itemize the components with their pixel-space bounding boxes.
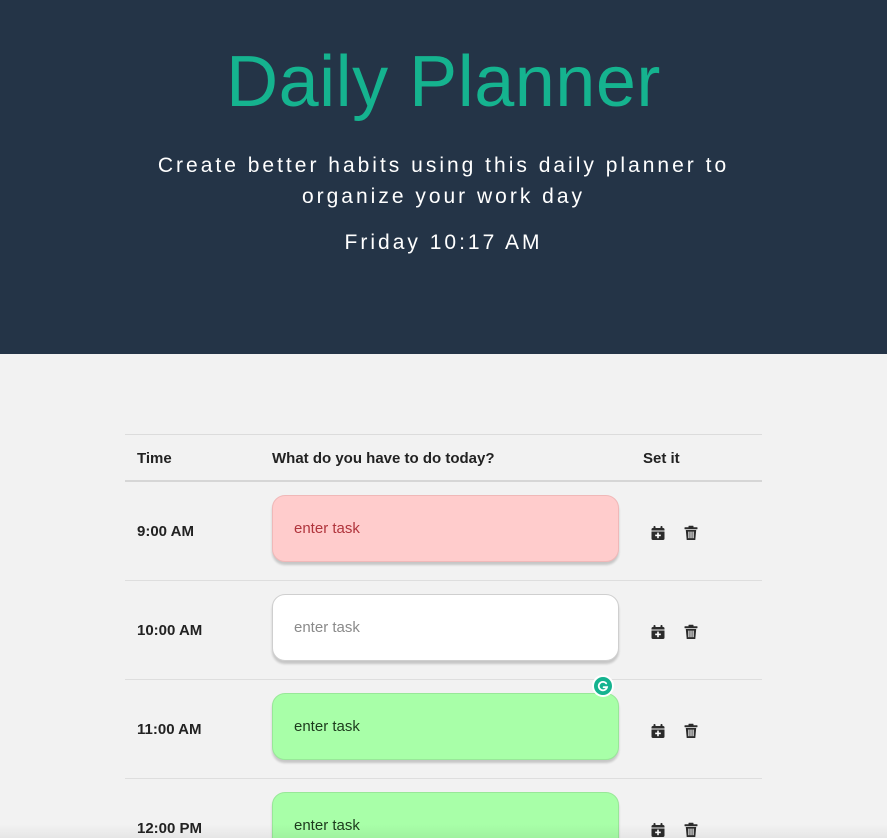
lead-text: Create better habits using this daily pl… — [157, 154, 730, 208]
header-task: What do you have to do today? — [272, 450, 495, 467]
header-time: Time — [137, 450, 172, 467]
calendar-plus-icon[interactable] — [650, 723, 666, 739]
task-input[interactable] — [272, 693, 619, 760]
table-row: 10:00 AM — [125, 581, 762, 680]
hour-label: 9:00 AM — [137, 523, 194, 540]
table-header: Time What do you have to do today? Set i… — [125, 434, 762, 482]
calendar-plus-icon[interactable] — [650, 624, 666, 640]
trash-icon[interactable] — [683, 624, 699, 640]
task-input[interactable] — [272, 495, 619, 562]
calendar-plus-icon[interactable] — [650, 525, 666, 541]
task-input[interactable] — [272, 594, 619, 661]
grammarly-icon[interactable] — [592, 675, 614, 697]
table-row: 11:00 AM — [125, 680, 762, 779]
current-day-time: Friday 10:17 AM — [344, 231, 543, 254]
hour-label: 12:00 PM — [137, 820, 203, 837]
header-set-it: Set it — [643, 450, 680, 467]
trash-icon[interactable] — [683, 723, 699, 739]
trash-icon[interactable] — [683, 822, 699, 838]
hour-label: 11:00 AM — [137, 721, 202, 738]
planner-table: Time What do you have to do today? Set i… — [125, 434, 762, 838]
table-row: 12:00 PM — [125, 779, 762, 838]
page-title: Daily Planner — [226, 42, 661, 122]
header: Daily Planner Create better habits using… — [0, 0, 887, 354]
trash-icon[interactable] — [683, 525, 699, 541]
task-input[interactable] — [272, 792, 619, 838]
hour-label: 10:00 AM — [137, 622, 203, 639]
calendar-plus-icon[interactable] — [650, 822, 666, 838]
table-row: 9:00 AM — [125, 482, 762, 581]
